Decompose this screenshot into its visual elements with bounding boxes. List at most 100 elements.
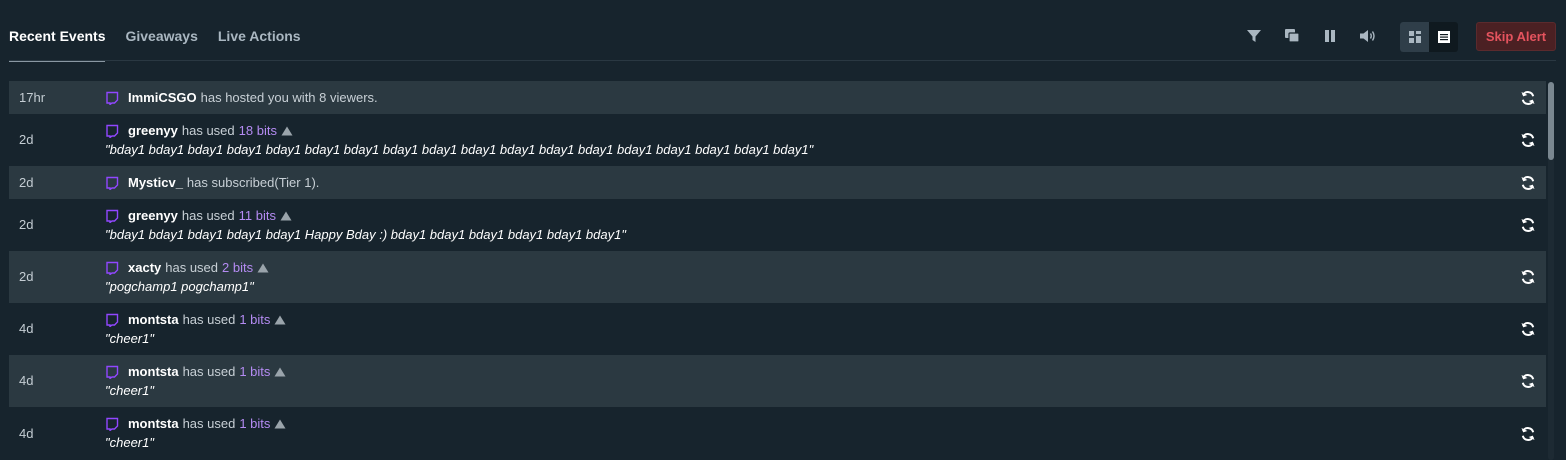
event-action: has used [182, 416, 236, 431]
event-action: has hosted you with 8 viewers. [200, 90, 378, 105]
replay-button[interactable] [1520, 90, 1536, 106]
replay-button[interactable] [1520, 175, 1536, 191]
tab-bar: Recent Events Giveaways Live Actions [9, 0, 321, 62]
event-row: 4d montsta has used 1 bits "cheer1" [9, 407, 1546, 460]
pause-button[interactable] [1316, 22, 1344, 50]
event-content: montsta has used 1 bits "cheer1" [105, 415, 286, 451]
event-content: montsta has used 1 bits "cheer1" [105, 311, 286, 347]
event-row: 2d greenyy has used 18 bits "bday1 bday1 bda… [9, 114, 1546, 166]
popout-button[interactable] [1278, 22, 1306, 50]
event-action: has used [181, 123, 235, 138]
event-username: montsta [128, 416, 179, 431]
event-message: "bday1 bday1 bday1 bday1 bday1 bday1 bda… [105, 142, 814, 157]
compact-view-button[interactable] [1400, 22, 1429, 52]
twitch-icon [106, 313, 119, 327]
event-action: has used [182, 364, 236, 379]
event-time: 4d [19, 321, 34, 336]
replay-button[interactable] [1520, 373, 1536, 389]
replay-icon [1521, 270, 1535, 284]
replay-icon [1521, 176, 1535, 190]
event-time: 17hr [19, 90, 46, 105]
event-row: 2d xacty has used 2 bits "pogchamp1 pogchamp… [9, 251, 1546, 303]
event-action: has used [165, 260, 219, 275]
event-action: has subscribed(Tier 1). [186, 175, 320, 190]
event-row: 4d montsta has used 1 bits "cheer1" [9, 355, 1546, 407]
replay-icon [1521, 427, 1535, 441]
scrollbar[interactable] [1548, 82, 1554, 460]
event-username: ImmiCSGO [128, 90, 197, 105]
event-time: 2d [19, 175, 34, 190]
list-view-button[interactable] [1429, 22, 1458, 52]
volume-button[interactable] [1354, 22, 1382, 50]
twitch-icon [106, 209, 119, 223]
replay-icon [1521, 218, 1535, 232]
recent-events-panel: Recent Events Giveaways Live Actions Ski… [0, 0, 1566, 460]
bits-gem-icon [257, 263, 269, 272]
event-username: xacty [128, 260, 162, 275]
replay-button[interactable] [1520, 217, 1536, 233]
event-bits: 1 bits [239, 416, 271, 431]
event-username: Mysticv_ [128, 175, 183, 190]
replay-button[interactable] [1520, 269, 1536, 285]
replay-icon [1521, 322, 1535, 336]
bits-gem-icon [274, 367, 286, 376]
event-time: 4d [19, 426, 34, 441]
event-row: 2d greenyy has used 11 bits "bday1 bday1 bda… [9, 199, 1546, 251]
tab-giveaways[interactable]: Giveaways [125, 0, 197, 62]
event-action: has used [181, 208, 235, 223]
replay-button[interactable] [1520, 426, 1536, 442]
list-view-icon [1437, 31, 1450, 43]
event-message: "cheer1" [105, 331, 154, 346]
event-time: 2d [19, 217, 34, 232]
filter-icon [1247, 30, 1261, 42]
bits-gem-icon [274, 315, 286, 324]
event-bits: 2 bits [222, 260, 254, 275]
pause-icon [1325, 30, 1335, 42]
twitch-icon [106, 176, 119, 190]
twitch-icon [106, 91, 119, 105]
bits-gem-icon [274, 419, 286, 428]
tab-live-actions[interactable]: Live Actions [218, 0, 301, 62]
event-list: 17hr ImmiCSGO has hosted you with 8 viewer… [9, 81, 1546, 460]
volume-icon [1360, 30, 1375, 42]
bits-gem-icon [281, 126, 293, 135]
top-bar: Recent Events Giveaways Live Actions Ski… [0, 0, 1566, 62]
event-action: has used [182, 312, 236, 327]
compact-view-icon [1408, 31, 1421, 43]
event-row: 17hr ImmiCSGO has hosted you with 8 viewer… [9, 81, 1546, 114]
twitch-icon [106, 417, 119, 431]
event-message: "pogchamp1 pogchamp1" [105, 279, 254, 294]
event-username: greenyy [128, 208, 178, 223]
replay-button[interactable] [1520, 132, 1536, 148]
event-username: montsta [128, 364, 179, 379]
event-row: 2d Mysticv_ has subscribed(Tier 1). [9, 166, 1546, 199]
replay-icon [1521, 133, 1535, 147]
twitch-icon [106, 124, 119, 138]
skip-alert-button[interactable]: Skip Alert [1476, 22, 1556, 51]
event-bits: 11 bits [238, 208, 276, 223]
event-username: greenyy [128, 123, 178, 138]
event-row: 4d montsta has used 1 bits "cheer1" [9, 303, 1546, 355]
event-content: greenyy has used 18 bits "bday1 bday1 bday1… [105, 122, 813, 158]
view-toggle [1400, 22, 1458, 52]
replay-button[interactable] [1520, 321, 1536, 337]
event-time: 4d [19, 373, 34, 388]
event-bits: 18 bits [238, 123, 277, 138]
replay-icon [1521, 91, 1535, 105]
event-content: greenyy has used 11 bits "bday1 bday1 bday1… [105, 207, 626, 243]
event-bits: 1 bits [239, 364, 271, 379]
event-message: "cheer1" [105, 435, 154, 450]
event-time: 2d [19, 269, 34, 284]
event-username: montsta [128, 312, 179, 327]
event-bits: 1 bits [239, 312, 271, 327]
twitch-icon [106, 261, 119, 275]
twitch-icon [106, 365, 119, 379]
scrollbar-thumb[interactable] [1548, 82, 1554, 160]
event-time: 2d [19, 132, 34, 147]
event-content: Mysticv_ has subscribed(Tier 1). [105, 174, 319, 191]
event-message: "cheer1" [105, 383, 154, 398]
filter-button[interactable] [1240, 22, 1268, 50]
tab-recent-events[interactable]: Recent Events [9, 0, 106, 62]
header-divider [9, 60, 1556, 61]
event-message: "bday1 bday1 bday1 bday1 bday1 Happy Bda… [105, 227, 626, 242]
